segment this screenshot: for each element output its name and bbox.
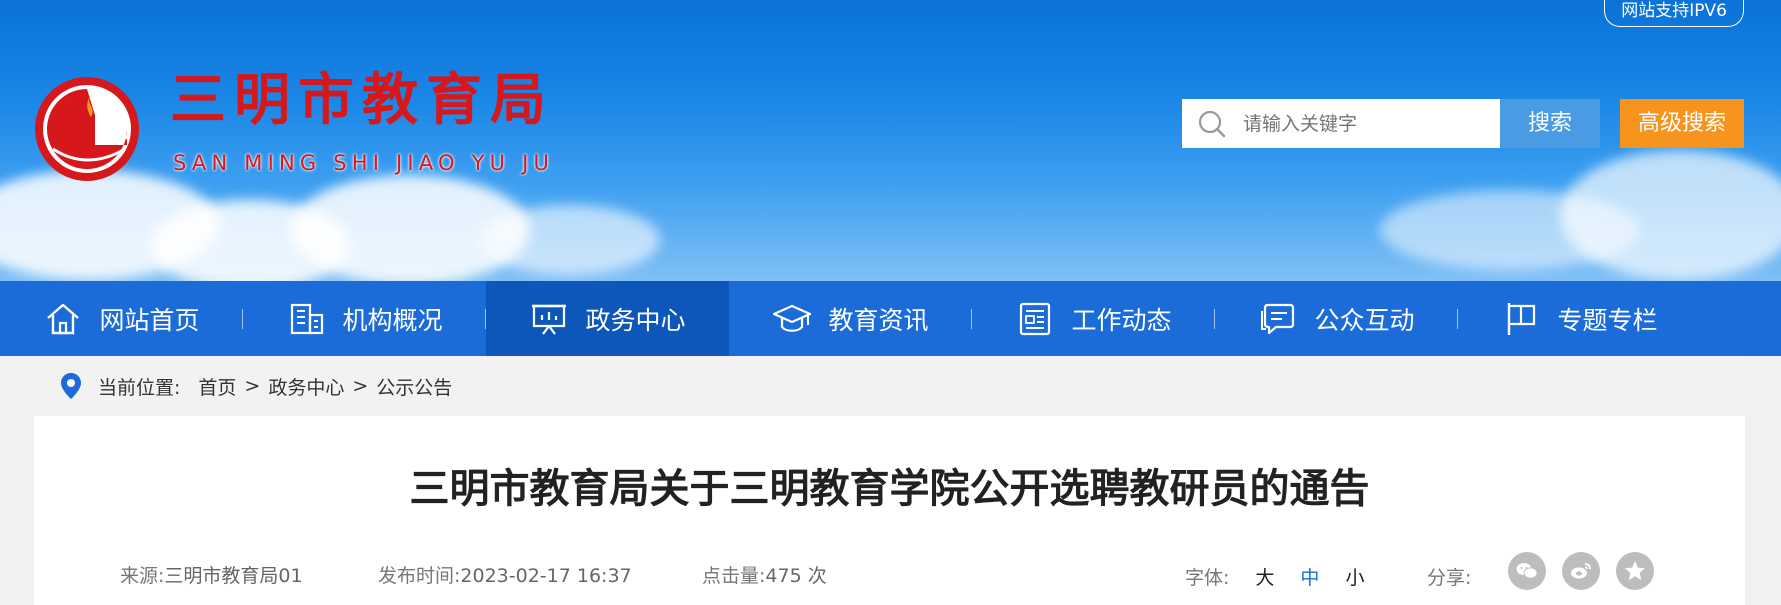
newspaper-icon	[1020, 302, 1051, 335]
flag-icon	[1508, 302, 1536, 335]
ipv6-badge[interactable]: 网站支持IPV6	[1604, 0, 1744, 27]
breadcrumb-home[interactable]: 首页	[198, 373, 236, 400]
font-size-medium-button[interactable]: 中	[1300, 563, 1319, 590]
share-favorite-button[interactable]	[1616, 552, 1654, 590]
nav-label: 公众互动	[1314, 305, 1415, 335]
search-button[interactable]: 搜索	[1500, 99, 1600, 148]
share-label: 分享:	[1427, 567, 1472, 589]
nav-label: 网站首页	[99, 305, 200, 335]
font-size-small-button[interactable]: 小	[1345, 563, 1364, 590]
article-hits: 点击量:475 次	[702, 563, 827, 589]
cloud-decoration	[480, 205, 660, 275]
breadcrumb-separator: >	[244, 375, 261, 397]
time-value: 2023-02-17 16:37	[460, 565, 632, 587]
article-source: 来源:三明市教育局01	[120, 563, 303, 589]
source-value: 三明市教育局01	[164, 565, 303, 587]
site-pinyin: SAN MING SHI JIAO YU JU	[173, 151, 555, 175]
nav-item-home[interactable]: 网站首页	[0, 281, 243, 356]
favorite-icon	[1625, 561, 1645, 580]
chat-icon	[1261, 303, 1295, 334]
share-weibo-button[interactable]	[1562, 552, 1600, 590]
nav-label: 机构概况	[342, 305, 443, 335]
site-title[interactable]: 三明市教育局	[170, 68, 554, 134]
nav-label: 教育资讯	[828, 305, 929, 335]
nav-label: 工作动态	[1071, 305, 1172, 335]
nav-item-organization[interactable]: 机构概况	[243, 281, 486, 356]
nav-item-special-topics[interactable]: 专题专栏	[1458, 281, 1701, 356]
font-size-large-button[interactable]: 大	[1255, 563, 1274, 590]
nav-item-government-center[interactable]: 政务中心	[486, 281, 729, 356]
breadcrumb-announcements[interactable]: 公示公告	[376, 373, 452, 400]
share-wechat-button[interactable]	[1508, 552, 1546, 590]
hits-value: 475 次	[765, 565, 827, 587]
search-icon	[1198, 110, 1226, 137]
home-icon	[47, 303, 80, 334]
breadcrumb-separator: >	[352, 375, 369, 397]
advanced-search-button[interactable]: 高级搜索	[1620, 99, 1744, 148]
wechat-icon	[1516, 563, 1538, 579]
main-nav: 网站首页 机构概况 政务中心 教育资讯 工作动态 公众互动 专题专栏	[0, 281, 1781, 356]
nav-item-public-interaction[interactable]: 公众互动	[1215, 281, 1458, 356]
site-header: 网站支持IPV6 三明市教育局 SAN MING SHI JIAO YU JU …	[0, 0, 1781, 281]
source-label: 来源:	[120, 565, 165, 587]
nav-label: 专题专栏	[1557, 305, 1658, 335]
breadcrumb-prefix: 当前位置:	[98, 376, 181, 399]
font-size-control: 字体: 大 中 小	[1185, 563, 1364, 590]
search-box[interactable]	[1182, 99, 1500, 148]
search-input[interactable]	[1241, 111, 1485, 136]
article-publish-time: 发布时间:2023-02-17 16:37	[378, 563, 632, 589]
article-container: 当前位置: 首页 > 政务中心 > 公示公告 三明市教育局关于三明教育学院公开选…	[34, 356, 1745, 605]
nav-label: 政务中心	[585, 305, 686, 335]
time-label: 发布时间:	[378, 565, 461, 587]
presentation-icon	[532, 304, 567, 335]
breadcrumb-government-center[interactable]: 政务中心	[268, 373, 344, 400]
nav-item-education-news[interactable]: 教育资讯	[729, 281, 972, 356]
building-icon	[291, 303, 324, 334]
font-size-label: 字体:	[1185, 567, 1230, 589]
article-title: 三明市教育局关于三明教育学院公开选聘教研员的通告	[409, 466, 1370, 512]
weibo-icon	[1571, 563, 1591, 579]
breadcrumb: 当前位置: 首页 > 政务中心 > 公示公告	[34, 356, 1745, 416]
nav-item-work-updates[interactable]: 工作动态	[972, 281, 1215, 356]
location-pin-icon	[61, 373, 81, 399]
site-logo-icon[interactable]	[33, 75, 141, 183]
graduation-cap-icon	[773, 304, 812, 332]
hits-label: 点击量:	[702, 565, 766, 587]
